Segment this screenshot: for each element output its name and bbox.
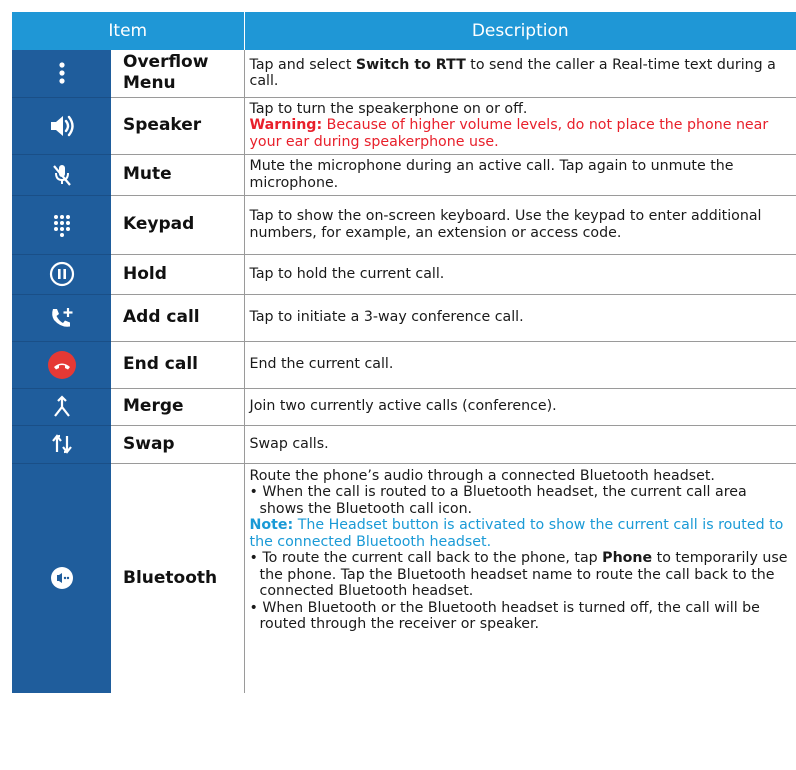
item-name: Swap <box>111 425 245 464</box>
desc-bold: Switch to RTT <box>355 56 466 73</box>
item-description: Route the phone’s audio through a connec… <box>243 463 796 693</box>
item-description: Mute the microphone during an active cal… <box>243 154 796 196</box>
desc-text: Route the phone’s audio through a connec… <box>249 467 715 484</box>
header-description: Description <box>244 12 796 50</box>
item-description: Tap to show the on-screen keyboard. Use … <box>243 195 796 255</box>
icon-cell <box>12 294 111 342</box>
item-description: End the current call. <box>243 341 796 389</box>
item-name: Speaker <box>111 97 245 155</box>
table-header-row: Item Description <box>12 12 796 50</box>
table-row: Bluetooth Route the phone’s audio throug… <box>12 463 796 693</box>
icon-cell <box>12 195 111 255</box>
bullet-item: • To route the current call back to the … <box>250 550 791 600</box>
bullet-item: • When Bluetooth or the Bluetooth headse… <box>249 599 760 633</box>
item-name: Bluetooth <box>123 567 218 588</box>
bluetooth-icon <box>50 567 74 590</box>
bullet-bold: Phone <box>602 550 653 566</box>
item-description: Tap to initiate a 3-way conference call. <box>243 294 796 342</box>
item-name: Mute <box>111 154 245 196</box>
desc-text: Tap to turn the speakerphone on or off. <box>249 100 528 117</box>
table-row: Speaker Tap to turn the speakerphone on … <box>12 97 796 155</box>
icon-cell <box>12 50 111 98</box>
warning-label: Warning: <box>249 117 323 134</box>
item-description: Swap calls. <box>243 425 796 464</box>
merge-icon <box>52 394 72 417</box>
item-name: Merge <box>111 388 245 426</box>
note-body: The Headset button is activated to show … <box>249 517 784 550</box>
icon-cell <box>12 154 111 196</box>
icon-cell <box>12 388 111 426</box>
bullet-item: • When the call is routed to a Bluetooth… <box>249 484 747 517</box>
icon-cell <box>12 463 111 693</box>
item-description: Tap and select Switch to RTT to send the… <box>243 50 796 98</box>
warning-body: Because of higher volume levels, do not … <box>249 117 769 150</box>
bullet-text: • To route the current call back to the … <box>249 550 603 566</box>
item-name: Overflow Menu <box>111 50 245 98</box>
overflow-menu-icon <box>57 62 67 84</box>
table-row: Overflow Menu Tap and select Switch to R… <box>12 50 796 98</box>
add-call-icon <box>49 307 75 327</box>
item-name-line2: Menu <box>123 73 176 94</box>
table-row: Swap Swap calls. <box>12 425 796 464</box>
icon-cell <box>12 341 111 389</box>
mute-icon <box>51 164 73 186</box>
end-call-icon <box>47 350 77 379</box>
feature-table-container: Item Description Overflow Menu Tap and s… <box>12 12 796 693</box>
item-description: Tap to hold the current call. <box>243 254 796 295</box>
table-row: Add call Tap to initiate a 3-way confere… <box>12 294 796 342</box>
item-description: Tap to turn the speakerphone on or off. … <box>243 97 796 155</box>
hold-icon <box>49 261 75 287</box>
swap-icon <box>50 434 74 454</box>
table-row: End call End the current call. <box>12 341 796 389</box>
icon-cell <box>12 97 111 155</box>
item-name: Keypad <box>111 195 245 255</box>
header-item: Item <box>12 12 245 50</box>
note-label: Note: <box>249 517 294 533</box>
table-row: Mute Mute the microphone during an activ… <box>12 154 796 196</box>
icon-cell <box>12 254 111 295</box>
call-features-table: Item Description Overflow Menu Tap and s… <box>12 12 796 693</box>
item-description: Join two currently active calls (confere… <box>243 388 796 426</box>
table-row: Merge Join two currently active calls (c… <box>12 388 796 426</box>
item-name: Hold <box>111 254 245 295</box>
warning-text: Warning: Because of higher volume levels… <box>250 117 791 150</box>
keypad-icon <box>52 214 72 237</box>
table-row: Keypad Tap to show the on-screen keyboar… <box>12 195 796 255</box>
note-text: Note: The Headset button is activated to… <box>250 517 791 550</box>
item-name: End call <box>111 341 245 389</box>
table-row: Hold Tap to hold the current call. <box>12 254 796 295</box>
desc-text: Tap and select <box>249 56 356 73</box>
item-name-line1: Overflow <box>123 52 209 73</box>
item-name: Add call <box>111 294 245 342</box>
icon-cell <box>12 425 111 464</box>
speaker-icon <box>48 115 76 136</box>
